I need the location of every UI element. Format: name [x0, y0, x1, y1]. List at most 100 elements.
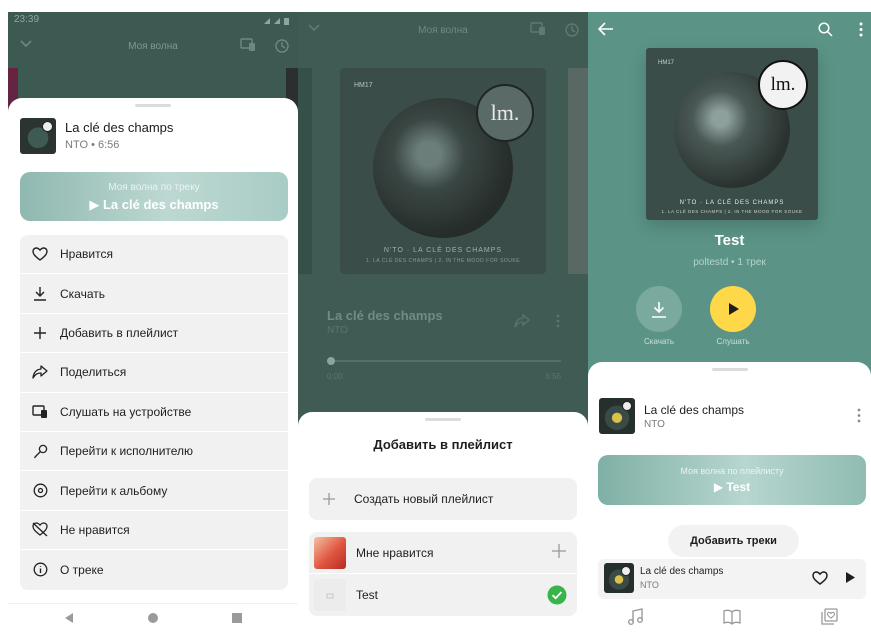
check-icon[interactable] [547, 585, 567, 605]
wave-track: ▶ La clé des champs [89, 197, 219, 212]
download-label: Скачать [644, 337, 674, 346]
wave-playlist: ▶ Test [713, 480, 751, 494]
plus-icon [309, 492, 349, 506]
history-icon[interactable] [274, 38, 290, 54]
wave-caption: Моя волна по треку [108, 182, 200, 193]
track-artist: NTO [644, 419, 665, 430]
label-logo [622, 401, 632, 411]
menu-item-listen-on-device[interactable]: Слушать на устройстве [20, 393, 288, 432]
add-tracks-button[interactable]: Добавить треки [668, 525, 799, 557]
cast-device-icon[interactable] [530, 22, 546, 36]
collection-heart-icon[interactable] [820, 608, 838, 626]
album-label-code: HM17 [658, 60, 675, 66]
sheet-title: Добавить в плейлист [373, 437, 513, 452]
status-bar: 23:39 [14, 14, 292, 28]
menu-item-download[interactable]: Скачать [20, 274, 288, 314]
track-menu-screen: 23:39 Моя волна La clé des champs NTO • … [8, 12, 298, 633]
menu-item-go-to-artist[interactable]: Перейти к исполнителю [20, 432, 288, 472]
sheet-handle[interactable] [135, 104, 171, 107]
playlist-tracks-sheet: La clé des champs NTO Моя волна по плейл… [588, 362, 871, 633]
playlist-meta: poltestd • 1 трек [693, 257, 766, 268]
history-icon[interactable] [564, 22, 580, 38]
playlist-wave-button[interactable]: Моя волна по плейлисту ▶ Test [598, 455, 866, 505]
album-cover: HM17 lm. N'TO · LA CLÉ DES CHAMPS 1. LA … [340, 68, 546, 274]
menu-label: О треке [60, 562, 104, 577]
label-logo: lm. [758, 60, 808, 110]
bottom-tab-bar [588, 604, 871, 633]
recents-square-icon[interactable] [231, 612, 243, 624]
status-time: 23:39 [14, 14, 40, 25]
track-menu: Нравится Скачать Добавить в плейлист Под… [20, 235, 288, 590]
more-vertical-icon[interactable] [556, 314, 560, 328]
progress-bar[interactable] [327, 357, 561, 365]
track-wave-button[interactable]: Моя волна по треку ▶ La clé des champs [20, 172, 288, 221]
home-circle-icon[interactable] [147, 612, 159, 624]
signal-battery-icon [262, 14, 292, 28]
track-actions-sheet: La clé des champs NTO • 6:56 Моя волна п… [8, 98, 298, 603]
listen-button[interactable] [710, 286, 756, 332]
track-title: La clé des champs [327, 308, 443, 323]
playlist-item-liked[interactable]: Мне нравится [309, 532, 577, 574]
more-vertical-icon[interactable] [859, 22, 863, 37]
more-vertical-icon[interactable] [857, 408, 861, 423]
download-button[interactable] [636, 286, 682, 332]
back-arrow-icon[interactable] [598, 22, 614, 36]
device-icon [20, 402, 60, 422]
microphone-icon [20, 441, 60, 461]
menu-item-dislike[interactable]: Не нравится [20, 511, 288, 551]
plus-icon[interactable] [551, 543, 567, 559]
sheet-handle[interactable] [711, 368, 748, 371]
time-elapsed: 0:00 [327, 372, 343, 381]
track-meta: NTO • 6:56 [65, 139, 120, 151]
download-icon [20, 284, 60, 304]
playlist-thumb [314, 579, 346, 611]
label-logo: lm. [476, 84, 534, 142]
mini-player[interactable]: La clé des champs NTO [598, 559, 866, 599]
sheet-handle[interactable] [425, 418, 461, 421]
plus-icon [20, 323, 60, 343]
mini-player-artist: NTO [640, 580, 659, 590]
play-icon [726, 302, 740, 316]
menu-label: Слушать на устройстве [60, 404, 192, 419]
track-artist[interactable]: NTO [327, 325, 348, 336]
search-icon[interactable] [818, 22, 833, 37]
share-icon[interactable] [514, 314, 530, 328]
label-logo [42, 121, 53, 132]
playlist-item-test[interactable]: Test [309, 574, 577, 616]
music-note-icon[interactable] [626, 608, 644, 626]
lock-icon [326, 591, 334, 599]
create-playlist-button[interactable]: Создать новый плейлист [309, 478, 577, 520]
cast-device-icon[interactable] [240, 38, 256, 52]
heart-icon[interactable] [812, 571, 828, 585]
player-header: Моя волна [8, 36, 298, 58]
menu-item-about-track[interactable]: О треке [20, 550, 288, 589]
time-total: 6:56 [545, 372, 561, 381]
menu-label: Добавить в плейлист [60, 325, 179, 340]
menu-item-like[interactable]: Нравится [20, 235, 288, 275]
progress-handle[interactable] [327, 357, 335, 365]
book-icon[interactable] [722, 608, 742, 626]
mini-player-title: La clé des champs [640, 566, 724, 577]
playlist-cover: HM17 lm. N'TO · LA CLÉ DES CHAMPS 1. LA … [646, 48, 818, 220]
wave-caption: Моя волна по плейлисту [680, 466, 784, 476]
menu-item-add-to-playlist[interactable]: Добавить в плейлист [20, 314, 288, 354]
menu-item-go-to-album[interactable]: Перейти к альбому [20, 471, 288, 511]
menu-item-share[interactable]: Поделиться [20, 353, 288, 393]
track-cover [20, 118, 56, 154]
download-icon [651, 301, 667, 318]
next-album-art [568, 68, 588, 274]
playlist-title: Test [714, 232, 745, 249]
add-to-playlist-sheet: Добавить в плейлист Создать новый плейли… [298, 412, 588, 633]
label-logo [621, 566, 631, 576]
add-to-playlist-screen: Моя волна HM17 lm. N'TO · LA CLÉ DES CHA… [298, 12, 588, 633]
track-row[interactable]: La clé des champs NTO [599, 398, 865, 438]
playlist-screen: HM17 lm. N'TO · LA CLÉ DES CHAMPS 1. LA … [588, 12, 871, 633]
prev-album-art [298, 68, 312, 274]
create-playlist-label: Создать новый плейлист [354, 492, 494, 506]
play-icon[interactable] [844, 571, 856, 584]
album-icon [20, 481, 60, 501]
heart-icon [20, 244, 60, 264]
back-triangle-icon[interactable] [63, 612, 75, 624]
playlist-list: Мне нравится Test [309, 532, 577, 616]
menu-label: Нравится [60, 247, 113, 262]
